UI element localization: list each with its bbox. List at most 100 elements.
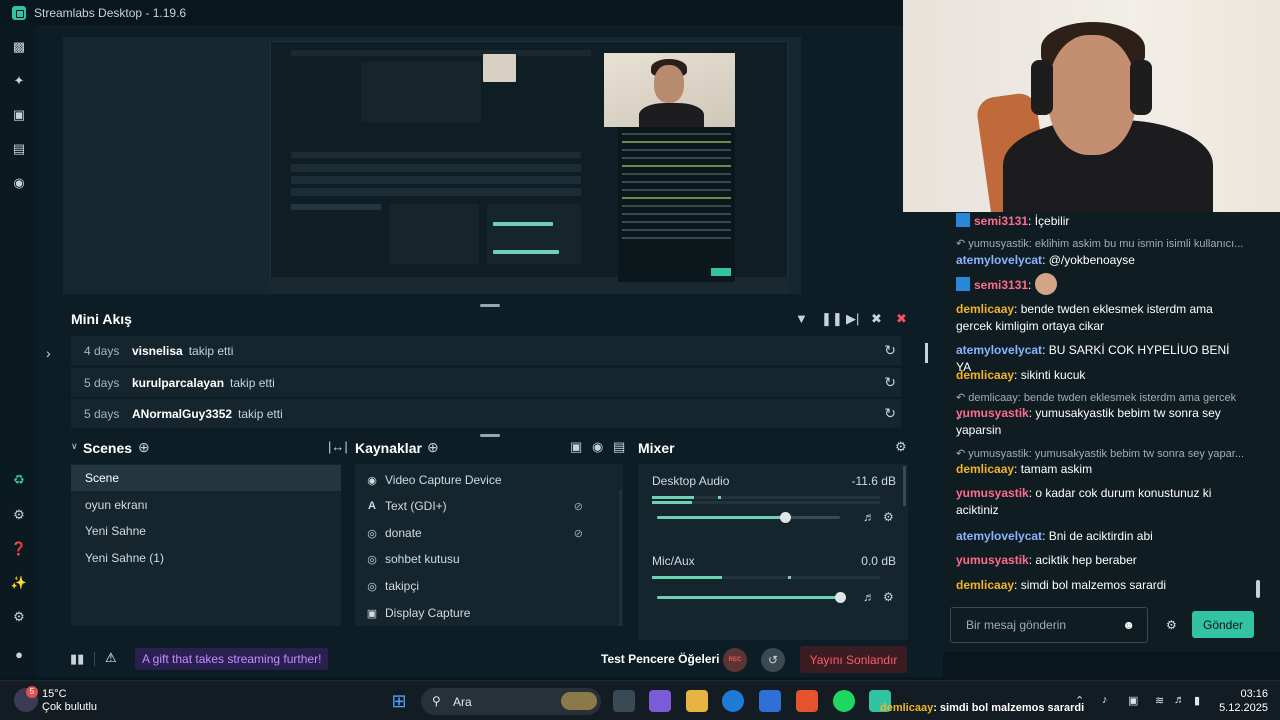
sources-scrollbar[interactable]	[619, 490, 622, 626]
replay-alert-icon[interactable]: ↻	[884, 374, 896, 391]
settings-apps-icon[interactable]: ⚙	[10, 506, 28, 524]
highlighter-icon[interactable]: ▤	[10, 140, 28, 158]
camera-icon: ◉	[367, 474, 377, 487]
scenes-title: Scenes	[83, 440, 133, 456]
source-item[interactable]: ◎ takipçi	[355, 573, 623, 599]
resize-handle[interactable]	[480, 434, 500, 437]
windows-start-icon[interactable]: ⊞	[388, 690, 410, 712]
chat-message: semi3131: İçebilir	[956, 213, 1246, 230]
badge-icon	[956, 213, 970, 227]
stream-preview[interactable]	[63, 37, 801, 294]
channel-settings-icon[interactable]: ⚙	[883, 510, 894, 524]
mixer-title: Mixer	[638, 440, 675, 456]
add-folder-icon[interactable]: ▤	[613, 439, 625, 455]
app-window: Streamlabs Desktop - 1.19.6 ▩ ✦ ▣ ▤ ◉ ♻ …	[0, 0, 1280, 720]
add-scene-icon[interactable]: ⊕	[138, 439, 150, 456]
source-item[interactable]: ◉ Video Capture Device	[355, 467, 623, 493]
store-app-icon[interactable]	[759, 690, 781, 712]
channel-settings-icon[interactable]: ⚙	[883, 590, 894, 604]
record-icon[interactable]: ◉	[10, 174, 28, 192]
help-icon[interactable]: ❓	[10, 540, 28, 558]
chat-message: atemylovelycat: @/yokbenoayse	[956, 253, 1135, 267]
chat-scrollbar[interactable]	[1256, 580, 1260, 598]
globe-icon: ◎	[367, 580, 377, 593]
chat-message: demlicaay: simdi bol malzemos sarardi	[956, 578, 1167, 592]
scene-item[interactable]: Scene	[71, 465, 341, 491]
audio-meter	[652, 576, 880, 579]
emoji-icon[interactable]: ☻	[1122, 618, 1135, 632]
add-source-icon[interactable]: ⊕	[427, 439, 439, 456]
windows-taskbar: 5 15°C Çok bulutlu ⊞ ⚲ Ara ⌃ ♪ ▣ ≋ ♬ ▮ 0…	[0, 680, 1280, 720]
edge-icon[interactable]	[722, 690, 744, 712]
test-widgets-button[interactable]: Test Pencere Öğeleri	[601, 652, 720, 666]
gift-banner[interactable]: A gift that takes streaming further!	[135, 648, 329, 670]
speaker-icon[interactable]: ♬	[863, 590, 875, 604]
end-stream-button[interactable]: Yayını Sonlandır	[800, 646, 907, 673]
source-visibility-icon[interactable]: ◉	[592, 439, 603, 455]
tray-app-icon[interactable]: ▣	[1128, 694, 1138, 707]
brave-icon[interactable]	[796, 690, 818, 712]
mixer-scrollbar[interactable]	[903, 466, 906, 506]
themes-icon[interactable]: ✦	[10, 72, 28, 90]
expand-chevron-icon[interactable]: ›	[46, 345, 51, 361]
scene-item[interactable]: oyun ekranı	[71, 492, 341, 518]
collapse-icon[interactable]: ∨	[71, 441, 78, 452]
disable-alerts-icon[interactable]: ✖	[896, 311, 907, 327]
speaker-icon[interactable]: ♬	[863, 510, 875, 524]
source-item[interactable]: ▣ Display Capture	[355, 600, 623, 626]
ai-icon[interactable]: ✨	[10, 574, 28, 592]
source-item[interactable]: A Text (GDI+) ⊘	[355, 493, 623, 519]
feed-scrollbar[interactable]	[925, 343, 928, 363]
mic-icon[interactable]: ♪	[1102, 694, 1108, 706]
source-folder-icon[interactable]: ▣	[570, 439, 582, 455]
hidden-eye-icon[interactable]: ⊘	[574, 500, 583, 513]
monitor-icon: ▣	[366, 607, 378, 620]
mixer-settings-icon[interactable]: ⚙	[895, 439, 907, 455]
resize-handle[interactable]	[480, 304, 500, 307]
editor-icon[interactable]: ▩	[10, 38, 28, 56]
filter-icon[interactable]: ▼	[795, 311, 808, 326]
file-explorer-icon[interactable]	[686, 690, 708, 712]
volume-icon[interactable]: ♬	[1174, 694, 1185, 706]
mute-alerts-icon[interactable]: ✖	[871, 311, 882, 327]
rec-button[interactable]: REC	[723, 648, 747, 672]
channel-db: -11.6 dB	[851, 474, 896, 488]
chat-input[interactable]: Bir mesaj gönderin ☻	[950, 607, 1148, 643]
chat-message: demlicaay: tamam askim	[956, 462, 1093, 476]
replay-buffer-icon[interactable]: ↺	[761, 648, 785, 672]
sources-title: Kaynaklar	[355, 440, 422, 456]
volume-slider[interactable]	[657, 512, 840, 523]
window-title: Streamlabs Desktop - 1.19.6	[34, 5, 187, 20]
channel-db: 0.0 dB	[861, 554, 896, 568]
copilot-icon[interactable]	[649, 690, 671, 712]
replay-alert-icon[interactable]: ↻	[884, 342, 896, 359]
feed-row: 4 days visnelisa takip etti ↻	[71, 336, 901, 365]
wifi-icon[interactable]: ≋	[1155, 694, 1164, 707]
scene-item[interactable]: Yeni Sahne	[71, 518, 341, 544]
notifications-icon[interactable]: ⚠	[105, 650, 117, 666]
globe-icon: ◎	[367, 553, 377, 566]
system-clock[interactable]: 03:16 5.12.2025	[1218, 687, 1268, 715]
replay-alert-icon[interactable]: ↻	[884, 405, 896, 422]
taskbar-search[interactable]: ⚲ Ara	[421, 688, 601, 715]
settings-icon[interactable]: ⚙	[10, 608, 28, 626]
performance-icon[interactable]: ▮▮	[70, 651, 84, 667]
volume-slider[interactable]	[657, 592, 846, 603]
cloud-icon[interactable]: ♻	[10, 471, 28, 489]
chat-message: semi3131:	[956, 273, 1246, 295]
battery-icon[interactable]: ▮	[1194, 694, 1200, 707]
left-sidebar: ▩ ✦ ▣ ▤ ◉ ♻ ⚙ ❓ ✨ ⚙ ●	[0, 25, 37, 677]
chat-settings-icon[interactable]: ⚙	[1166, 618, 1177, 632]
task-view-icon[interactable]	[613, 690, 635, 712]
scene-transitions-icon[interactable]: |↔|	[328, 439, 348, 454]
store-icon[interactable]: ▣	[10, 106, 28, 124]
source-item[interactable]: ◎ donate ⊘	[355, 520, 623, 546]
scene-item[interactable]: Yeni Sahne (1)	[71, 545, 341, 571]
send-button[interactable]: Gönder	[1192, 611, 1254, 638]
profile-icon[interactable]: ●	[10, 645, 28, 663]
hidden-eye-icon[interactable]: ⊘	[574, 527, 583, 540]
source-item[interactable]: ◎ sohbet kutusu	[355, 546, 623, 572]
skip-icon[interactable]: ▶|	[846, 311, 859, 327]
pause-icon[interactable]: ❚❚	[821, 311, 843, 327]
spotify-icon[interactable]	[833, 690, 855, 712]
